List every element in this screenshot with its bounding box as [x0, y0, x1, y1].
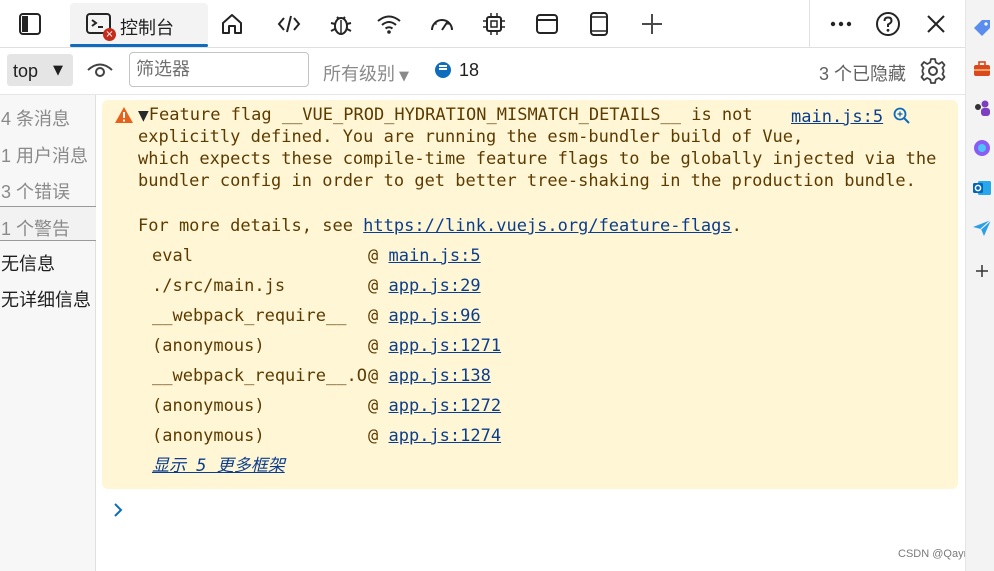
sidebar-item-user-messages[interactable]: 1 用户消息: [0, 134, 96, 169]
stack-frame-link[interactable]: app.js:1271: [389, 336, 502, 356]
device-emulation-icon[interactable]: [583, 8, 615, 40]
warning-line-4: bundler config in order to get better tr…: [138, 171, 916, 191]
sidebar-item-verbose[interactable]: 无详细信息: [0, 278, 96, 313]
memory-chip-icon[interactable]: [478, 8, 510, 40]
console-toolbar: top ▼ 所有级别 ▼ 18 3 个已隐藏: [0, 48, 965, 95]
network-wifi-icon[interactable]: [373, 8, 405, 40]
warning-triangle-icon: [115, 107, 133, 123]
stack-frame: (anonymous) @ app.js:1272: [152, 396, 502, 416]
toolbox-briefcase-icon[interactable]: [972, 59, 992, 79]
caret-down-icon: ▼: [399, 69, 409, 84]
devtools-tab-bar: × 控制台: [0, 0, 965, 48]
error-badge-icon: ×: [103, 28, 116, 41]
welcome-home-icon[interactable]: [216, 8, 248, 40]
outlook-icon[interactable]: [972, 178, 992, 198]
toggle-sidebar-icon[interactable]: [14, 8, 46, 40]
more-options-icon[interactable]: [825, 8, 857, 40]
console-prompt-chevron-icon[interactable]: [111, 500, 125, 520]
add-tool-plus-icon[interactable]: [636, 8, 668, 40]
hidden-messages-count[interactable]: 3 个已隐藏: [819, 60, 906, 86]
stack-frame-link[interactable]: app.js:138: [389, 366, 491, 386]
console-sidebar: 4 条消息 1 用户消息 3 个错误 1 个警告 无信息 无详细信息: [0, 95, 96, 571]
stack-frame: (anonymous) @ app.js:1271: [152, 336, 502, 356]
stack-frame: __webpack_require__ @ app.js:96: [152, 306, 481, 326]
close-devtools-icon[interactable]: [920, 8, 952, 40]
tab-bar-separator: [809, 0, 810, 48]
log-levels-label: 所有级别: [323, 64, 395, 84]
magnifier-icon[interactable]: [892, 106, 912, 126]
elements-code-icon[interactable]: [273, 8, 305, 40]
add-plus-icon[interactable]: [972, 261, 992, 281]
warning-source-link[interactable]: main.js:5: [791, 106, 883, 128]
warning-details-line: For more details, see https://link.vuejs…: [138, 216, 742, 236]
stack-frame: __webpack_require__.O@ app.js:138: [152, 366, 491, 386]
stack-frame-link[interactable]: app.js:96: [389, 306, 481, 326]
expand-triangle-icon[interactable]: ▼: [138, 108, 149, 124]
message-count: 18: [459, 60, 480, 80]
help-question-icon[interactable]: [872, 8, 904, 40]
warning-line-2: explicitly defined. You are running the …: [138, 127, 804, 147]
tab-console[interactable]: × 控制台: [70, 3, 208, 47]
stack-frame-link[interactable]: main.js:5: [389, 246, 481, 266]
feature-flags-link[interactable]: https://link.vuejs.org/feature-flags: [363, 216, 731, 236]
send-plane-icon[interactable]: [972, 218, 992, 238]
live-expression-eye-icon[interactable]: [86, 59, 114, 81]
browser-sidebar-strip: [965, 0, 994, 571]
tab-console-label: 控制台: [120, 18, 174, 38]
console-settings-gear-icon[interactable]: [919, 57, 947, 85]
sidebar-item-errors[interactable]: 3 个错误: [0, 170, 96, 205]
sidebar-item-messages[interactable]: 4 条消息: [0, 97, 96, 132]
context-value: top: [13, 61, 39, 81]
sidebar-item-warnings[interactable]: 1 个警告: [0, 206, 96, 241]
show-more-frames-link[interactable]: 显示 5 更多框架: [152, 455, 285, 477]
sidebar-item-info[interactable]: 无信息: [0, 242, 96, 277]
stack-frame: (anonymous) @ app.js:1274: [152, 426, 502, 446]
tag-icon[interactable]: [972, 18, 992, 38]
message-count-badge[interactable]: 18: [435, 60, 479, 81]
stack-frame-link[interactable]: app.js:1274: [389, 426, 502, 446]
caret-down-icon: ▼: [53, 63, 63, 78]
warning-line-1: ▼Feature flag __VUE_PROD_HYDRATION_MISMA…: [138, 105, 753, 125]
sources-bug-icon[interactable]: [325, 8, 357, 40]
application-window-icon[interactable]: [531, 8, 563, 40]
stack-frame-link[interactable]: app.js:1272: [389, 396, 502, 416]
copilot-icon[interactable]: [972, 138, 992, 158]
stack-frame: eval @ main.js:5: [152, 246, 481, 266]
stack-frame: ./src/main.js @ app.js:29: [152, 276, 481, 296]
stack-frame-link[interactable]: app.js:29: [389, 276, 481, 296]
console-warning-message: ▼Feature flag __VUE_PROD_HYDRATION_MISMA…: [102, 100, 958, 489]
performance-gauge-icon[interactable]: [426, 8, 458, 40]
filter-input[interactable]: [129, 52, 309, 87]
message-bubble-icon: [435, 62, 451, 78]
context-selector[interactable]: top ▼: [7, 54, 73, 86]
warning-line-3: which expects these compile-time feature…: [138, 149, 937, 169]
log-levels-dropdown[interactable]: 所有级别 ▼: [323, 60, 409, 86]
active-tab-indicator: [70, 44, 208, 47]
people-icon[interactable]: [972, 98, 992, 118]
